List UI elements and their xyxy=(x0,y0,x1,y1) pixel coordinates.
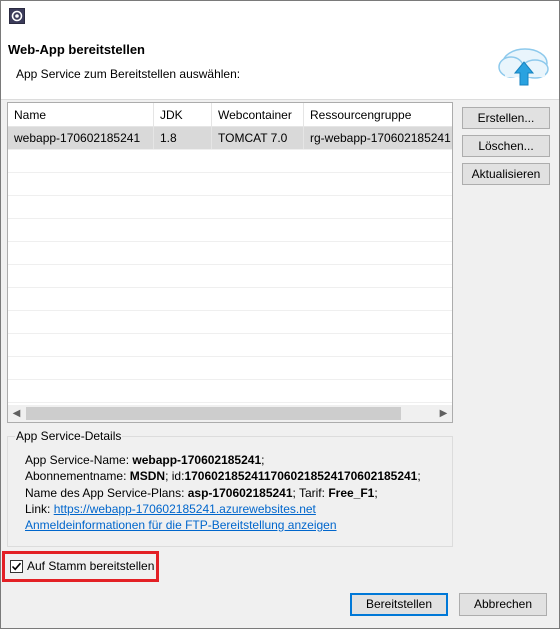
scroll-left-icon[interactable]: ◀ xyxy=(8,405,25,422)
table-row[interactable]: webapp-170602185241 1.8 TOMCAT 7.0 rg-we… xyxy=(8,127,452,150)
detail-plan: Name des App Service-Plans: asp-17060218… xyxy=(25,486,378,500)
title-bar xyxy=(1,1,559,31)
subscription-id-value: 17060218524117060218524170602185241 xyxy=(184,469,418,483)
subscription-label: Abonnementname: xyxy=(25,469,130,483)
details-group-label: App Service-Details xyxy=(15,429,123,443)
empty-row xyxy=(8,242,452,265)
deploy-button[interactable]: Bereitstellen xyxy=(350,593,448,616)
link-label: Link: xyxy=(25,502,54,516)
subscription-id-label: ; id: xyxy=(165,469,185,483)
empty-row xyxy=(8,196,452,219)
checkmark-icon xyxy=(11,562,22,571)
subscription-value: MSDN xyxy=(129,469,166,483)
detail-link: Link: https://webapp-170602185241.azurew… xyxy=(25,502,316,516)
cell-resource-group: rg-webapp-170602185241 xyxy=(310,131,451,145)
empty-row xyxy=(8,334,452,357)
header-banner: Web-App bereitstellen App Service zum Be… xyxy=(1,31,559,100)
column-header-jdk[interactable]: JDK xyxy=(154,103,212,127)
cell-webcontainer: TOMCAT 7.0 xyxy=(212,127,304,149)
tier-label: ; Tarif: xyxy=(292,486,329,500)
eclipse-app-icon xyxy=(9,8,25,27)
dialog-window: Web-App bereitstellen App Service zum Be… xyxy=(0,0,560,629)
app-name-label: App Service-Name: xyxy=(25,453,133,467)
tier-suffix: ; xyxy=(374,486,378,500)
plan-label: Name des App Service-Plans: xyxy=(25,486,188,500)
cell-name: webapp-170602185241 xyxy=(8,127,154,149)
detail-app-name: App Service-Name: webapp-170602185241; xyxy=(25,453,264,467)
empty-row xyxy=(8,288,452,311)
scrollbar-thumb[interactable] xyxy=(26,407,401,420)
detail-subscription: Abonnementname: MSDN; id:170602185241170… xyxy=(25,469,421,483)
dialog-subtitle: App Service zum Bereitstellen auswählen: xyxy=(16,67,241,81)
table-header: Name JDK Webcontainer Ressourcengruppe xyxy=(8,103,452,127)
app-name-value: webapp-170602185241 xyxy=(132,453,262,467)
empty-row xyxy=(8,173,452,196)
cell-jdk: 1.8 xyxy=(154,127,212,149)
dialog-title: Web-App bereitstellen xyxy=(8,42,146,57)
empty-row xyxy=(8,311,452,334)
column-header-name[interactable]: Name xyxy=(8,103,154,127)
empty-row xyxy=(8,219,452,242)
ftp-credentials-link[interactable]: Anmeldeinformationen für die FTP-Bereits… xyxy=(25,518,337,532)
refresh-button[interactable]: Aktualisieren xyxy=(462,163,550,185)
empty-row xyxy=(8,265,452,288)
highlight-box: Auf Stamm bereitstellen xyxy=(2,551,159,582)
cancel-button[interactable]: Abbrechen xyxy=(459,593,547,616)
cloud-upload-icon xyxy=(495,39,551,94)
subscription-suffix: ; xyxy=(417,469,421,483)
column-header-resource-group[interactable]: Ressourcengruppe xyxy=(304,103,452,127)
horizontal-scrollbar[interactable]: ◀ ▶ xyxy=(8,405,452,422)
deploy-to-root-label[interactable]: Auf Stamm bereitstellen xyxy=(27,559,154,573)
app-service-table[interactable]: Name JDK Webcontainer Ressourcengruppe w… xyxy=(7,102,453,423)
tier-value: Free_F1 xyxy=(328,486,375,500)
empty-row xyxy=(8,150,452,173)
plan-value: asp-170602185241 xyxy=(187,486,293,500)
detail-ftp: Anmeldeinformationen für die FTP-Bereits… xyxy=(25,518,337,532)
column-header-webcontainer[interactable]: Webcontainer xyxy=(212,103,304,127)
create-button[interactable]: Erstellen... xyxy=(462,107,550,129)
deploy-to-root-checkbox[interactable] xyxy=(10,560,23,573)
empty-row xyxy=(8,380,452,403)
empty-row xyxy=(8,357,452,380)
app-url-link[interactable]: https://webapp-170602185241.azurewebsite… xyxy=(54,502,316,516)
scroll-right-icon[interactable]: ▶ xyxy=(435,405,452,422)
app-name-suffix: ; xyxy=(261,453,265,467)
delete-button[interactable]: Löschen... xyxy=(462,135,550,157)
